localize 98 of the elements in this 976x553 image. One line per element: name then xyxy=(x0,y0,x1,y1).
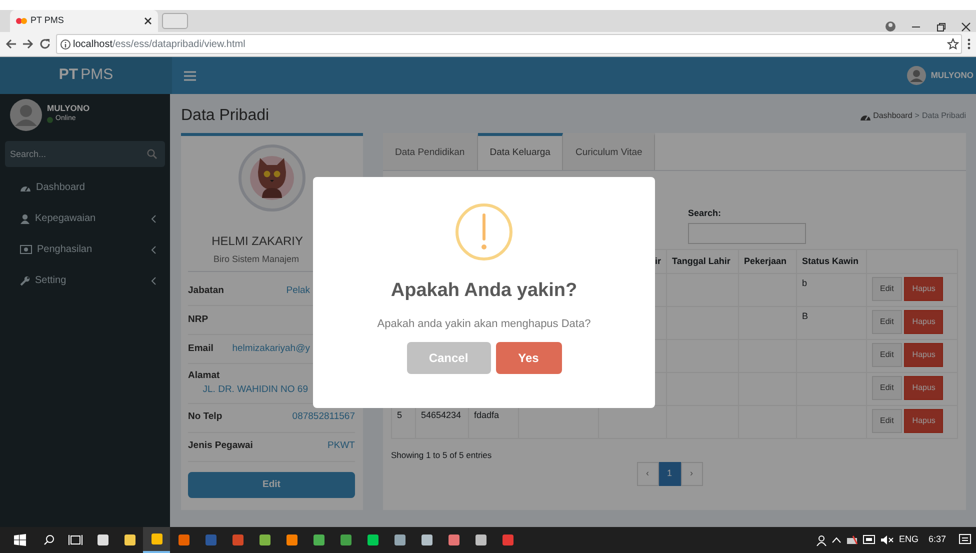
sidebar-item[interactable]: Dashboard xyxy=(0,172,170,203)
breadcrumb-separator: > xyxy=(914,110,920,122)
page-title: Data Pribadi xyxy=(181,106,270,126)
avatar-icon xyxy=(10,99,42,131)
app-icon[interactable] xyxy=(448,534,460,546)
edit-button[interactable]: Edit xyxy=(872,277,902,302)
table-cell: 54654234 xyxy=(421,410,462,420)
user-icon xyxy=(20,214,30,224)
app-icon[interactable] xyxy=(96,534,108,546)
dialog-title: Apakah Anda yakin? xyxy=(390,279,578,303)
display-icon[interactable] xyxy=(862,535,875,545)
edit-button[interactable]: Edit xyxy=(872,310,902,334)
wrench-icon xyxy=(20,276,30,286)
forward-icon[interactable] xyxy=(22,38,34,50)
user-name[interactable]: MULYONO xyxy=(930,69,974,82)
tab[interactable]: Curiculum Vitae xyxy=(563,133,656,170)
search-field[interactable] xyxy=(688,223,806,244)
field-value: Pelak xyxy=(286,284,310,298)
page-button[interactable]: 1 xyxy=(658,462,680,486)
field-value: PKWT xyxy=(328,439,355,454)
delete-button[interactable]: Hapus xyxy=(904,343,944,368)
restore-icon[interactable] xyxy=(936,22,946,32)
delete-button[interactable]: Hapus xyxy=(904,409,944,434)
confirm-button[interactable]: Yes xyxy=(496,342,562,374)
field-label: Alamat xyxy=(188,369,221,383)
field-label: NRP xyxy=(188,312,208,327)
field-value: helmizakariyah@y xyxy=(232,342,310,356)
sidebar-item[interactable]: Kepegawaian xyxy=(0,203,170,234)
previous-page-button[interactable]: ‹ xyxy=(636,462,658,486)
close-icon[interactable] xyxy=(961,22,971,32)
column-header: Tanggal Lahir xyxy=(672,256,730,266)
caret-icon[interactable] xyxy=(832,537,841,543)
table-cell: 5 xyxy=(397,410,402,420)
app-icon[interactable] xyxy=(340,534,352,546)
field-label: Jenis Pegawai xyxy=(188,439,253,454)
close-icon[interactable] xyxy=(144,17,152,25)
browser-tab[interactable]: PT PMS xyxy=(10,10,158,32)
delete-button[interactable]: Hapus xyxy=(904,277,944,302)
language-indicator[interactable]: ENG xyxy=(898,533,918,547)
user-name: MULYONO xyxy=(47,102,90,114)
edit-button[interactable]: Edit xyxy=(872,343,902,368)
search-label: Search: xyxy=(688,207,722,220)
edit-button[interactable]: Edit xyxy=(872,376,902,400)
address-bar[interactable]: localhost/ess/ess/datapribadi/view.html xyxy=(56,34,962,54)
tab[interactable]: Data Pendidikan xyxy=(383,133,478,170)
windows-start-icon[interactable] xyxy=(14,534,26,546)
breadcrumb-item[interactable]: Dashboard xyxy=(873,110,912,122)
mute-icon[interactable] xyxy=(880,535,894,545)
account-icon[interactable] xyxy=(885,21,896,32)
reload-icon[interactable] xyxy=(39,38,51,50)
profile-name: HELMI ZAKARIY xyxy=(210,233,304,250)
field-label: Email xyxy=(188,342,214,356)
field-label: No Telp xyxy=(188,410,222,424)
field-value: 087852811567 xyxy=(292,410,355,424)
app-icon[interactable] xyxy=(150,533,162,545)
status-dot-icon xyxy=(47,116,53,122)
app-icon[interactable] xyxy=(366,534,378,546)
table-cell: b xyxy=(802,278,808,288)
favicon-icon xyxy=(16,17,28,25)
sidebar-item[interactable]: Penghasilan xyxy=(0,234,170,265)
column-header: ir xyxy=(654,256,661,266)
column-header: Status Kawin xyxy=(802,256,859,266)
clock-text[interactable]: 6:37 xyxy=(928,533,946,547)
back-icon[interactable] xyxy=(5,38,17,50)
table-info: Showing 1 to 5 of 5 entries xyxy=(391,449,493,462)
banknote-icon xyxy=(20,245,32,254)
notification-icon[interactable] xyxy=(959,534,971,546)
app-icon[interactable] xyxy=(258,534,270,546)
search-field[interactable]: Search... xyxy=(5,141,165,167)
info-icon[interactable] xyxy=(60,38,70,50)
next-page-button[interactable]: › xyxy=(680,462,702,486)
people-icon[interactable] xyxy=(816,534,827,546)
network-icon[interactable] xyxy=(846,535,858,545)
edit-button[interactable]: Edit xyxy=(188,472,355,498)
delete-button[interactable]: Hapus xyxy=(904,376,944,400)
dialog-text: Apakah anda yakin akan menghapus Data? xyxy=(377,316,591,332)
app-icon[interactable] xyxy=(312,534,324,546)
app-icon[interactable] xyxy=(286,534,298,546)
menu-icon[interactable] xyxy=(967,38,971,50)
table-cell: fdadfa xyxy=(474,410,500,420)
edit-button[interactable]: Edit xyxy=(872,409,902,434)
breadcrumb-item: Data Pribadi xyxy=(922,110,966,122)
field-label: Jabatan xyxy=(188,284,224,298)
warning-icon xyxy=(454,202,514,262)
app-logo[interactable]: PT PMS xyxy=(0,57,172,94)
app-icon[interactable] xyxy=(474,534,486,546)
app-icon[interactable] xyxy=(124,534,136,546)
tab[interactable]: Data Keluarga xyxy=(478,133,564,170)
table-cell: B xyxy=(802,311,808,322)
cat-avatar-drawing xyxy=(238,144,306,212)
url-text: localhost/ess/ess/datapribadi/view.html xyxy=(73,38,246,52)
sidebar-item[interactable]: Setting xyxy=(0,265,170,296)
app-icon[interactable] xyxy=(420,534,432,546)
delete-button[interactable]: Hapus xyxy=(904,310,944,334)
app-icon[interactable] xyxy=(394,534,406,546)
star-icon[interactable] xyxy=(946,38,958,50)
column-header: Pekerjaan xyxy=(744,256,787,266)
field-value: JL. DR. WAHIDIN NO 69 xyxy=(202,383,309,398)
